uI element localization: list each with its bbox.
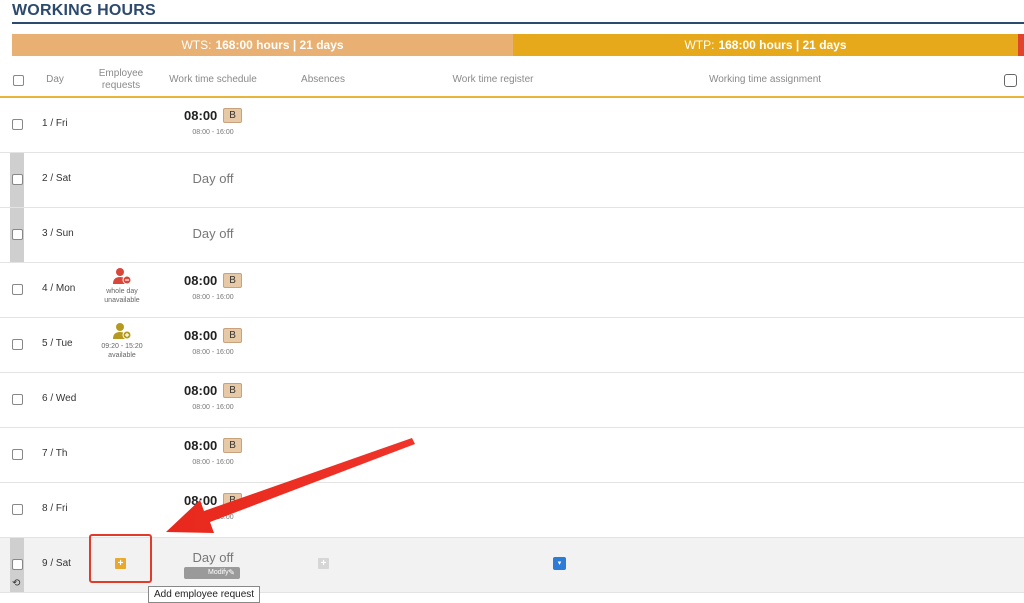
table-row: 5 / Tue 09:20 - 15:20 available 08:00 B 0… [0, 318, 1024, 373]
pencil-icon: ✎ [228, 568, 235, 577]
day-label: 3 / Sun [42, 228, 74, 239]
page-title: WORKING HOURS [12, 2, 156, 19]
table-row: 6 / Wed 08:00 B 08:00 - 16:00 [0, 373, 1024, 428]
schedule-time: 08:00 [184, 108, 218, 123]
schedule-range: 08:00 - 16:00 [192, 349, 234, 356]
request-status: unavailable [104, 297, 140, 304]
row-checkbox[interactable] [12, 174, 23, 185]
select-all-checkbox[interactable] [12, 74, 24, 86]
schedule-cell[interactable]: 08:00 B 08:00 - 16:00 [168, 428, 258, 466]
table-row: 1 / Fri 08:00 B 08:00 - 16:00 [0, 98, 1024, 153]
wtp-summary: WTP: 168:00 hours | 21 days [513, 34, 1018, 56]
tooltip: Add employee request [148, 586, 261, 603]
table-row: 4 / Mon whole day unavailable 08:00 B 08:… [0, 263, 1024, 318]
summary-end-marker [1018, 34, 1024, 56]
assignment-select-checkbox[interactable] [1003, 73, 1017, 87]
wts-label: WTS: [181, 38, 212, 52]
row-checkbox[interactable] [12, 559, 23, 570]
wtp-value: 168:00 hours | 21 days [718, 38, 847, 52]
shift-badge: B [223, 438, 242, 453]
table-row: 2 / Sat Day off [0, 153, 1024, 208]
day-label: 1 / Fri [42, 118, 68, 129]
schedule-range: 08:00 - 16:00 [192, 514, 234, 521]
summary-bar: WTS: 168:00 hours | 21 days WTP: 168:00 … [12, 34, 1024, 56]
person-unavailable-icon [112, 267, 132, 285]
person-available-icon [112, 322, 132, 340]
schedule-time: 08:00 [184, 273, 218, 288]
request-detail: whole day [106, 288, 138, 295]
day-label: 7 / Th [42, 448, 68, 459]
table-row: ⟲ 9 / Sat + Day off Modify ✎ + ▾ [0, 538, 1024, 593]
wts-value: 168:00 hours | 21 days [215, 38, 344, 52]
shift-badge: B [223, 328, 242, 343]
row-checkbox[interactable] [12, 119, 23, 130]
schedule-cell[interactable]: 08:00 B 08:00 - 16:00 [168, 98, 258, 136]
shift-badge: B [223, 273, 242, 288]
day-label: 8 / Fri [42, 503, 68, 514]
table-row: 7 / Th 08:00 B 08:00 - 16:00 [0, 428, 1024, 483]
table-row: 8 / Fri 08:00 B 08:00 - 16:00 [0, 483, 1024, 538]
schedule-cell[interactable]: 08:00 B 08:00 - 16:00 [168, 373, 258, 411]
modify-label: Modify [208, 569, 229, 576]
employee-request[interactable]: whole day unavailable [92, 263, 152, 305]
table-header: Day Employee requests Work time schedule… [0, 64, 1024, 98]
schedule-time: 08:00 [184, 493, 218, 508]
wtp-label: WTP: [684, 38, 715, 52]
shift-badge: B [223, 108, 242, 123]
day-label: 4 / Mon [42, 283, 76, 294]
employee-request[interactable]: 09:20 - 15:20 available [92, 318, 152, 360]
add-absence-button[interactable]: + [318, 558, 329, 569]
shift-badge: B [223, 493, 242, 508]
row-checkbox[interactable] [12, 229, 23, 240]
schedule-cell[interactable]: 08:00 B 08:00 - 16:00 [168, 263, 258, 301]
day-off-label: Day off [192, 226, 234, 241]
shift-badge: B [223, 383, 242, 398]
request-detail: 09:20 - 15:20 [101, 343, 143, 350]
request-status: available [108, 352, 136, 359]
wts-summary: WTS: 168:00 hours | 21 days [12, 34, 513, 56]
schedule-time: 08:00 [184, 383, 218, 398]
modify-button[interactable]: Modify ✎ [184, 567, 240, 579]
title-divider [12, 22, 1024, 24]
highlight-box [89, 534, 152, 583]
row-checkbox[interactable] [12, 339, 23, 350]
table-row: 3 / Sun Day off [0, 208, 1024, 263]
day-off-label: Day off [192, 171, 234, 186]
work-time-register-dropdown[interactable]: ▾ [553, 557, 566, 570]
select-all-checkbox-cell [12, 64, 24, 96]
schedule-time: 08:00 [184, 328, 218, 343]
day-label: 6 / Wed [42, 393, 77, 404]
column-day[interactable]: Day [30, 64, 80, 96]
column-working-time-assignment[interactable]: Working time assignment [680, 64, 850, 96]
schedule-range: 08:00 - 16:00 [192, 404, 234, 411]
row-checkbox[interactable] [12, 504, 23, 515]
schedule-time: 08:00 [184, 438, 218, 453]
column-work-time-schedule[interactable]: Work time schedule [160, 64, 266, 96]
schedule-cell[interactable]: 08:00 B 08:00 - 16:00 [168, 483, 258, 521]
day-label: 2 / Sat [42, 173, 71, 184]
row-checkbox[interactable] [12, 284, 23, 295]
row-checkbox[interactable] [12, 394, 23, 405]
day-label: 9 / Sat [42, 558, 71, 569]
column-work-time-register[interactable]: Work time register [430, 64, 556, 96]
day-off-label: Day off [192, 550, 234, 565]
schedule-range: 08:00 - 16:00 [192, 294, 234, 301]
column-absences[interactable]: Absences [280, 64, 366, 96]
schedule-cell[interactable]: 08:00 B 08:00 - 16:00 [168, 318, 258, 356]
schedule-range: 08:00 - 16:00 [192, 459, 234, 466]
row-checkbox[interactable] [12, 449, 23, 460]
column-employee-requests[interactable]: Employee requests [90, 64, 152, 96]
day-label: 5 / Tue [42, 338, 73, 349]
schedule-range: 08:00 - 16:00 [192, 129, 234, 136]
history-icon[interactable]: ⟲ [12, 578, 20, 589]
assignment-checkbox-cell [1002, 64, 1018, 96]
